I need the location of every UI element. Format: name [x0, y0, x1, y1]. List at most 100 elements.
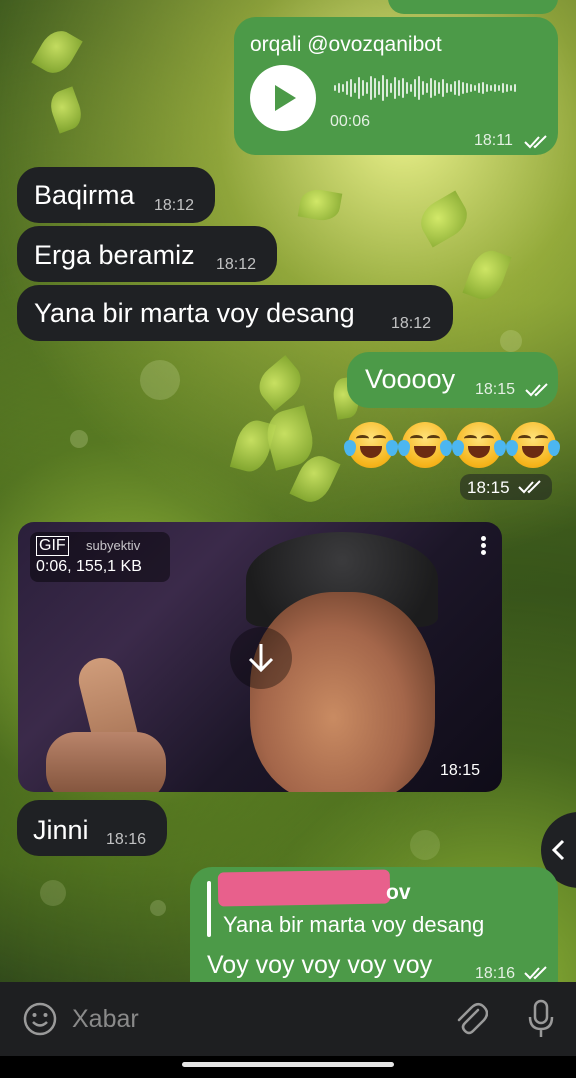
gif-badge: GIF: [36, 536, 69, 556]
home-indicator[interactable]: [182, 1062, 394, 1067]
read-checkmarks-icon: [524, 966, 547, 980]
voice-caption: orqali @ovozqanibot: [250, 33, 442, 56]
waveform-bar: [502, 83, 504, 93]
emoji-message[interactable]: 18:15: [344, 420, 560, 500]
voice-message-bubble[interactable]: orqali @ovozqanibot 00:06 18:11: [234, 17, 558, 155]
voice-duration: 00:06: [330, 113, 371, 130]
message-time: 18:12: [391, 315, 432, 332]
message-text: Voy voy voy voy voy: [207, 951, 433, 979]
message-time: 18:16: [475, 965, 516, 982]
waveform-bar: [506, 84, 508, 92]
waveform-bar: [374, 78, 376, 98]
waveform-bar: [410, 84, 412, 92]
message-text: Erga beramiz: [34, 240, 195, 270]
waveform-bar: [446, 83, 448, 93]
waveform-bar: [402, 78, 404, 98]
waveform-bar: [466, 83, 468, 93]
waveform-bar: [390, 83, 392, 93]
waveform-bar: [370, 76, 372, 100]
waveform-bar: [462, 82, 464, 94]
message-composer: [0, 982, 576, 1056]
waveform-bar: [442, 79, 444, 97]
waveform-bar: [422, 81, 424, 95]
gif-meta-text: 0:06, 155,1 KB: [36, 558, 142, 575]
read-checkmarks-icon: [524, 135, 547, 149]
waveform-bar: [426, 83, 428, 93]
read-checkmarks-icon: [518, 480, 541, 494]
tears-of-joy-emoji: [506, 422, 560, 468]
incoming-message[interactable]: Yana bir marta voy desang 18:12: [17, 285, 453, 341]
waveform-bar: [418, 76, 420, 100]
tears-of-joy-emoji: [452, 422, 506, 468]
waveform-bar: [438, 82, 440, 94]
download-button[interactable]: [230, 627, 292, 689]
waveform-bar: [482, 82, 484, 94]
waveform-bar: [490, 85, 492, 91]
waveform-bar: [342, 84, 344, 92]
waveform-bar: [450, 84, 452, 92]
chevron-left-icon: [551, 839, 565, 861]
reply-quoted-text: Yana bir marta voy desang: [223, 912, 485, 937]
waveform-bar: [510, 85, 512, 91]
waveform-bar: [470, 84, 472, 92]
waveform-bar: [498, 85, 500, 91]
message-time: 18:11: [474, 132, 513, 149]
waveform-bar: [354, 83, 356, 93]
message-text: Jinni: [33, 815, 89, 845]
gif-source: subyektiv: [86, 538, 141, 553]
waveform-bar: [386, 79, 388, 97]
reply-quote-bar: [207, 881, 211, 937]
waveform-bar: [378, 81, 380, 95]
waveform-bar: [366, 82, 368, 94]
incoming-message[interactable]: Jinni 18:16: [17, 800, 167, 856]
download-icon: [248, 644, 274, 673]
smiley-icon[interactable]: [22, 1001, 58, 1037]
outgoing-message[interactable]: Vooooy 18:15: [347, 352, 558, 408]
gif-message[interactable]: GIF subyektiv 0:06, 155,1 KB 18:15: [18, 522, 502, 792]
audio-waveform[interactable]: [334, 75, 516, 101]
outgoing-reply-message[interactable]: ov Yana bir marta voy desang Voy voy voy…: [190, 867, 558, 982]
waveform-bar: [398, 80, 400, 96]
waveform-bar: [414, 79, 416, 97]
waveform-bar: [494, 84, 496, 92]
waveform-bar: [350, 79, 352, 97]
redacted-name: [217, 869, 391, 907]
emoji-time-pill: 18:15: [460, 474, 552, 500]
reply-author: ov: [386, 881, 411, 904]
waveform-bar: [474, 85, 476, 91]
incoming-message[interactable]: Erga beramiz 18:12: [17, 226, 277, 282]
waveform-bar: [434, 80, 436, 96]
waveform-bar: [394, 77, 396, 99]
waveform-bar: [338, 83, 340, 93]
message-text: Yana bir marta voy desang: [34, 298, 355, 328]
message-time: 18:12: [216, 256, 257, 273]
system-nav-bar: [0, 1056, 576, 1078]
waveform-bar: [486, 84, 488, 92]
incoming-message[interactable]: Baqirma 18:12: [17, 167, 215, 223]
waveform-bar: [430, 78, 432, 98]
message-input[interactable]: [72, 996, 432, 1042]
waveform-bar: [514, 84, 516, 92]
waveform-bar: [346, 81, 348, 95]
waveform-bar: [478, 83, 480, 93]
paperclip-icon[interactable]: [454, 1000, 488, 1038]
play-icon: [275, 85, 296, 111]
more-options-icon[interactable]: [478, 534, 488, 564]
microphone-icon[interactable]: [527, 999, 555, 1039]
message-text: Vooooy: [365, 364, 456, 394]
waveform-bar: [458, 80, 460, 96]
waveform-bar: [382, 75, 384, 101]
tears-of-joy-emoji: [398, 422, 452, 468]
waveform-bar: [334, 85, 336, 91]
previous-message-edge: [388, 0, 558, 14]
waveform-bar: [362, 80, 364, 96]
play-button[interactable]: [250, 65, 316, 131]
message-time: 18:15: [467, 478, 510, 497]
message-time: 18:16: [106, 831, 147, 848]
message-time: 18:15: [440, 762, 481, 779]
waveform-bar: [454, 81, 456, 95]
message-time: 18:15: [475, 381, 516, 398]
gif-info: GIF subyektiv 0:06, 155,1 KB: [30, 532, 170, 582]
read-checkmarks-icon: [525, 383, 548, 397]
waveform-bar: [406, 82, 408, 94]
